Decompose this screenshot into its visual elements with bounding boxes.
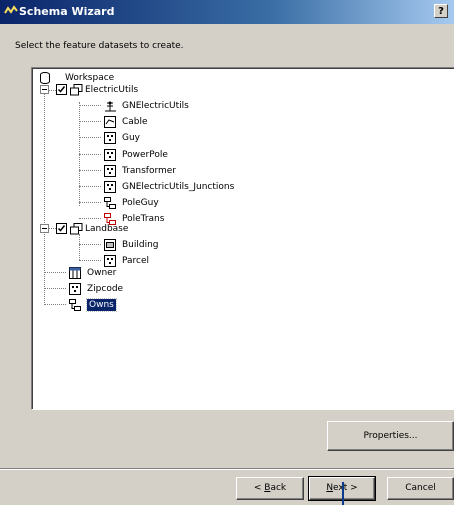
tree-item-gnelectricutils[interactable]: GNElectricUtils — [103, 99, 189, 112]
tree-item-landbase[interactable]: Landbase — [69, 222, 128, 235]
tree-item-gnelectricutils-junctions[interactable]: GNElectricUtils_Junctions — [103, 180, 234, 193]
tree-label-zipcode: Zipcode — [87, 283, 124, 294]
polygon-feature-class-icon — [103, 238, 117, 251]
electricutils-checkbox[interactable] — [56, 84, 67, 95]
tree-label-guy: Guy — [122, 132, 141, 143]
landbase-checkbox[interactable] — [56, 223, 67, 234]
tree-item-building[interactable]: Building — [103, 238, 159, 251]
tree-item-powerpole[interactable]: PowerPole — [103, 148, 168, 161]
tree-label-transformer: Transformer — [122, 165, 177, 176]
footer-separator — [0, 468, 454, 470]
point-feature-class-icon — [103, 148, 117, 161]
cancel-button[interactable]: Cancel — [387, 477, 454, 500]
wizard-logo-icon — [4, 4, 18, 18]
back-button-prefix: < — [253, 483, 265, 493]
tree-item-cable[interactable]: Cable — [103, 115, 148, 128]
feature-dataset-icon — [69, 222, 83, 235]
tree-label-workspace: Workspace — [65, 72, 115, 83]
geometric-network-icon — [103, 100, 117, 112]
tree-label-poleguy: PoleGuy — [122, 197, 159, 208]
next-button-rest: ext > — [333, 483, 358, 493]
feature-dataset-tree[interactable]: Workspace ElectricUtils GNElectricUtils … — [31, 67, 454, 410]
tree-label-owns: Owns — [86, 297, 117, 312]
tree-item-guy[interactable]: Guy — [103, 131, 140, 144]
schema-wizard-dialog: Schema Wizard ? Select the feature datas… — [0, 0, 454, 505]
back-button[interactable]: < Back — [236, 477, 304, 500]
window-title: Schema Wizard — [19, 5, 115, 18]
tree-label-gnelectricutils-junctions: GNElectricUtils_Junctions — [122, 181, 235, 192]
tree-item-zipcode[interactable]: Zipcode — [68, 282, 123, 295]
table-icon — [68, 266, 82, 279]
help-button[interactable]: ? — [434, 4, 448, 18]
title-bar[interactable]: Schema Wizard ? — [0, 0, 454, 24]
tree-label-electricutils: ElectricUtils — [85, 84, 139, 95]
point-feature-class-icon — [103, 131, 117, 144]
relationship-class-icon — [103, 196, 117, 209]
tree-label-parcel: Parcel — [122, 255, 150, 266]
tree-label-gnelectricutils: GNElectricUtils — [122, 100, 189, 111]
tree-label-building: Building — [122, 239, 159, 250]
instruction-text: Select the feature datasets to create. — [15, 41, 184, 51]
tree-label-owner: Owner — [87, 267, 117, 278]
tree-label-cable: Cable — [122, 116, 148, 127]
tree-label-powerpole: PowerPole — [122, 149, 168, 160]
tree-label-landbase: Landbase — [85, 223, 129, 234]
database-icon — [38, 71, 52, 84]
tree-item-owns[interactable]: Owns — [68, 297, 117, 312]
line-feature-class-icon — [103, 115, 117, 128]
collapse-landbase-toggle[interactable] — [40, 224, 49, 233]
point-feature-class-icon — [103, 164, 117, 177]
tree-item-owner[interactable]: Owner — [68, 266, 116, 279]
tree-item-poleguy[interactable]: PoleGuy — [103, 196, 159, 209]
tree-item-electricutils[interactable]: ElectricUtils — [69, 83, 138, 96]
cancel-button-label: Cancel — [405, 483, 436, 493]
relationship-class-icon — [68, 298, 82, 311]
properties-button[interactable]: Properties... — [327, 421, 454, 451]
tree-item-transformer[interactable]: Transformer — [103, 164, 176, 177]
properties-button-label: Properties... — [363, 431, 418, 441]
point-feature-class-icon — [103, 254, 117, 267]
point-feature-class-icon — [68, 282, 82, 295]
collapse-electricutils-toggle[interactable] — [40, 85, 49, 94]
back-button-rest: ack — [270, 483, 287, 493]
text-cursor-icon — [342, 482, 344, 505]
feature-dataset-icon — [69, 83, 83, 96]
point-feature-class-icon — [103, 180, 117, 193]
